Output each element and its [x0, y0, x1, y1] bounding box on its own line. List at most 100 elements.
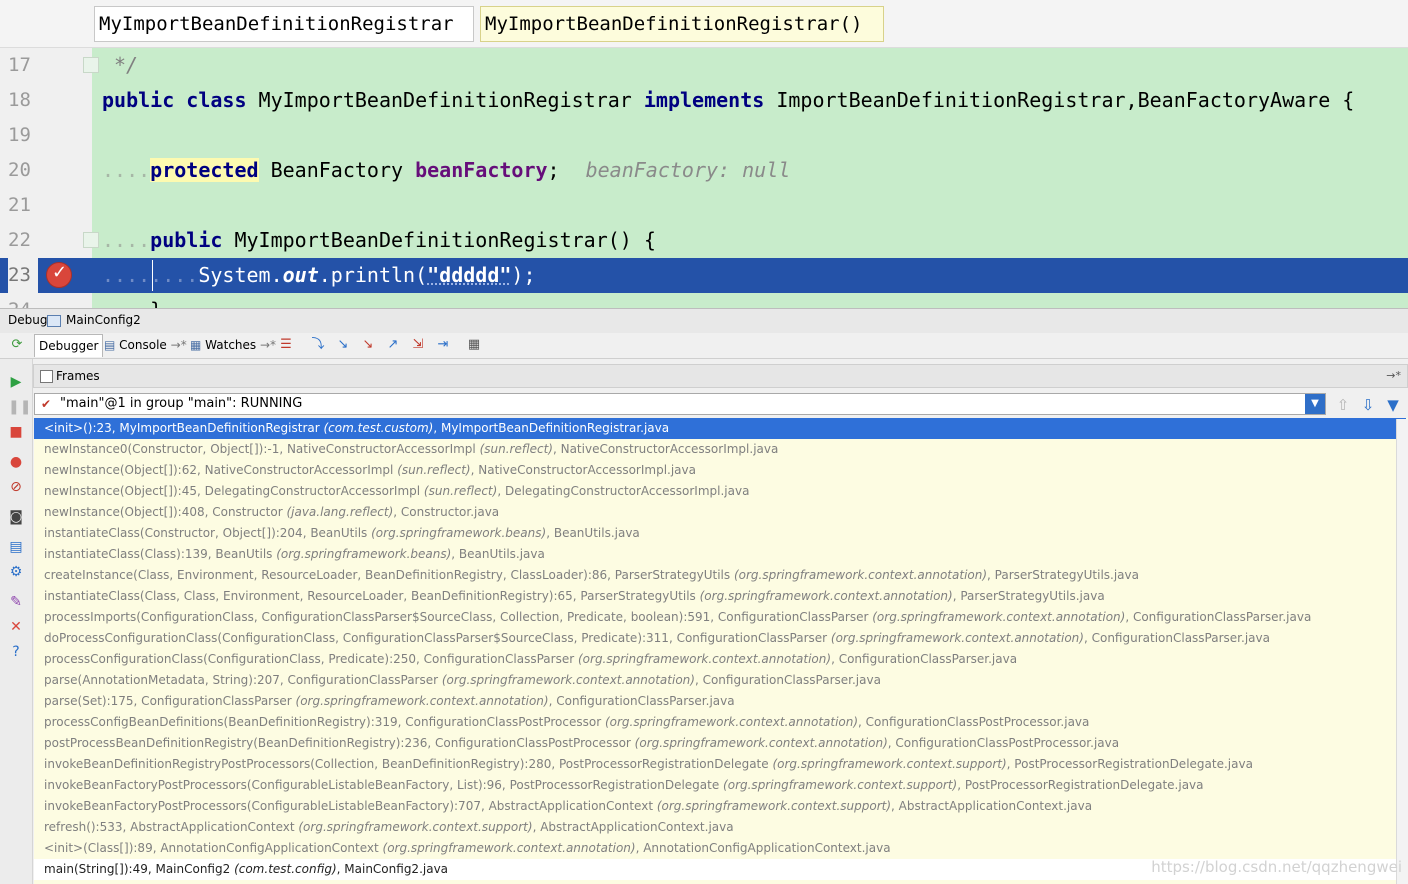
frame-package: (org.springframework.context.annotation) — [830, 631, 1084, 645]
help-icon[interactable]: ? — [8, 644, 24, 660]
code-line-20: 20 ....protected BeanFactory beanFactory… — [0, 153, 1408, 188]
frame-row[interactable]: parse(Set):175, ConfigurationClassParser… — [34, 691, 1406, 712]
close-icon[interactable]: ✕ — [8, 619, 24, 635]
line-number: 18 — [8, 89, 31, 111]
run-to-cursor-icon[interactable]: ⇥ — [436, 338, 450, 352]
line-number: 19 — [8, 124, 31, 146]
thread-selector[interactable]: ✔ "main"@1 in group "main": RUNNING ▼ — [34, 393, 1326, 415]
frame-row[interactable]: newInstance(Object[]):62, NativeConstruc… — [34, 460, 1406, 481]
frame-method: doProcessConfigurationClass(Configuratio… — [44, 631, 831, 645]
frames-scrollbar[interactable] — [1396, 419, 1408, 884]
chevron-down-icon[interactable]: ▼ — [1305, 394, 1325, 414]
debug-tool-window: Debug MainConfig2 ⟳ Debugger ▤ Console →… — [0, 308, 1408, 884]
frame-file: , ConfigurationClassPostProcessor.java — [887, 736, 1120, 750]
frame-method: invokeBeanFactoryPostProcessors(Configur… — [44, 799, 657, 813]
frame-file: , MainConfig2.java — [336, 862, 449, 876]
stop-icon[interactable]: ■ — [8, 424, 24, 440]
tab-label: Console — [119, 338, 167, 352]
breadcrumb-class[interactable]: MyImportBeanDefinitionRegistrar — [94, 6, 474, 42]
pin-tab-icon[interactable]: ✎ — [8, 594, 24, 610]
arrow-down-icon[interactable]: ⇩ — [1360, 397, 1376, 413]
code-line-18: 18 public class MyImportBeanDefinitionRe… — [0, 83, 1408, 118]
frame-package: (org.springframework.context.support) — [298, 820, 533, 834]
fold-marker-icon[interactable] — [83, 232, 99, 248]
frame-file: , DelegatingConstructorAccessorImpl.java — [497, 484, 750, 498]
frame-row[interactable]: refresh():533, AbstractApplicationContex… — [34, 817, 1406, 838]
step-over-icon[interactable]: ⤵ — [311, 338, 325, 352]
frame-method: invokeBeanDefinitionRegistryPostProcesso… — [44, 757, 773, 771]
rerun-icon[interactable]: ⟳ — [10, 338, 24, 352]
filter-icon[interactable]: ▼ — [1385, 397, 1401, 413]
frame-row[interactable]: postProcessBeanDefinitionRegistry(BeanDe… — [34, 733, 1406, 754]
frame-row[interactable]: newInstance(Object[]):45, DelegatingCons… — [34, 481, 1406, 502]
frame-method: <init>(Class[]):89, AnnotationConfigAppl… — [44, 841, 383, 855]
watermark: https://blog.csdn.net/qqzhengwei — [1151, 858, 1402, 876]
frame-package: (org.springframework.context.annotation) — [441, 673, 695, 687]
tab-debugger[interactable]: Debugger — [34, 334, 104, 357]
view-breakpoints-icon[interactable]: ● — [8, 454, 24, 470]
frame-method: parse(Set):175, ConfigurationClassParser — [44, 694, 296, 708]
frame-file: , ConfigurationClassParser.java — [694, 673, 881, 687]
frame-method: refresh():533, AbstractApplicationContex… — [44, 820, 299, 834]
frame-row[interactable]: invokeBeanDefinitionRegistryPostProcesso… — [34, 754, 1406, 775]
arrow-up-icon[interactable]: ⇧ — [1335, 397, 1351, 413]
frame-method: main(String[]):49, MainConfig2 — [44, 862, 235, 876]
frame-method: processConfigBeanDefinitions(BeanDefinit… — [44, 715, 605, 729]
run-config-tab[interactable]: MainConfig2 — [66, 309, 141, 331]
resume-icon[interactable]: ▶ — [8, 374, 24, 390]
frame-file: , AnnotationConfigApplicationContext.jav… — [635, 841, 891, 855]
frame-method: newInstance(Object[]):62, NativeConstruc… — [44, 463, 398, 477]
tab-watches[interactable]: ▦ Watches →* — [186, 334, 280, 356]
pin-icon[interactable]: →* — [1386, 365, 1401, 387]
frame-row[interactable]: instantiateClass(Class, Class, Environme… — [34, 586, 1406, 607]
debug-title: Debug — [8, 313, 48, 327]
settings-icon[interactable]: ⚙ — [8, 564, 24, 580]
frame-method: processImports(ConfigurationClass, Confi… — [44, 610, 873, 624]
tab-console[interactable]: ▤ Console →* — [100, 334, 191, 356]
line-number: 22 — [8, 229, 31, 251]
mute-breakpoints-icon[interactable]: ⊘ — [8, 479, 24, 495]
step-out-icon[interactable]: ↗ — [386, 338, 400, 352]
frame-row[interactable]: processImports(ConfigurationClass, Confi… — [34, 607, 1406, 628]
frame-row[interactable]: newInstance0(Constructor, Object[]):-1, … — [34, 439, 1406, 460]
frame-method: <init>():23, MyImportBeanDefinitionRegis… — [44, 421, 324, 435]
frames-title: Frames — [56, 369, 100, 383]
restore-layout-icon[interactable]: ▤ — [8, 539, 24, 555]
breakpoint-icon[interactable] — [46, 262, 72, 288]
breadcrumb-constructor[interactable]: MyImportBeanDefinitionRegistrar() — [480, 6, 884, 42]
frame-package: (org.springframework.context.annotation) — [295, 694, 549, 708]
evaluate-expression-icon[interactable]: ▦ — [467, 338, 481, 352]
get-thread-dump-icon[interactable]: ◙ — [8, 509, 24, 525]
frame-file: , ConfigurationClassParser.java — [831, 652, 1018, 666]
frame-row[interactable]: processConfigurationClass(ConfigurationC… — [34, 649, 1406, 670]
drop-frame-icon[interactable]: ⇲ — [411, 338, 425, 352]
line-number: 17 — [8, 54, 31, 76]
frame-row[interactable]: newInstance(Object[]):408, Constructor (… — [34, 502, 1406, 523]
fold-marker-icon[interactable] — [83, 57, 99, 73]
frame-row[interactable]: createInstance(Class, Environment, Resou… — [34, 565, 1406, 586]
frame-row[interactable]: doProcessConfigurationClass(Configuratio… — [34, 628, 1406, 649]
frame-row-selected[interactable]: <init>():23, MyImportBeanDefinitionRegis… — [34, 418, 1406, 439]
step-into-icon[interactable]: ↘ — [336, 338, 350, 352]
frame-method: processConfigurationClass(ConfigurationC… — [44, 652, 578, 666]
frame-row[interactable]: instantiateClass(Class):139, BeanUtils (… — [34, 544, 1406, 565]
frame-row[interactable]: processConfigBeanDefinitions(BeanDefinit… — [34, 712, 1406, 733]
force-step-into-icon[interactable]: ↘ — [361, 338, 375, 352]
console-icon: ▤ — [104, 338, 116, 352]
frame-file: , ParserStrategyUtils.java — [952, 589, 1105, 603]
frame-row[interactable]: invokeBeanFactoryPostProcessors(Configur… — [34, 796, 1406, 817]
frame-row[interactable]: <init>(Class[]):89, AnnotationConfigAppl… — [34, 838, 1406, 859]
code-line-24: 24 ....} — [0, 293, 1408, 308]
pause-icon[interactable]: ❚❚ — [8, 399, 31, 415]
type-name: BeanFactory — [270, 158, 404, 182]
frame-package: (sun.reflect) — [423, 484, 498, 498]
keyword: protected — [150, 158, 259, 182]
code-text: ; — [547, 158, 560, 182]
show-execution-point-icon[interactable]: ☰ — [279, 338, 293, 352]
frame-row[interactable]: instantiateClass(Constructor, Object[]):… — [34, 523, 1406, 544]
frame-row[interactable]: parse(AnnotationMetadata, String):207, C… — [34, 670, 1406, 691]
code-line-17: 17 */ — [0, 48, 1408, 83]
frame-row[interactable]: invokeBeanFactoryPostProcessors(Configur… — [34, 775, 1406, 796]
code-editor[interactable]: MyImportBeanDefinitionRegistrar MyImport… — [0, 0, 1408, 308]
frame-file: , PostProcessorRegistrationDelegate.java — [1006, 757, 1253, 771]
